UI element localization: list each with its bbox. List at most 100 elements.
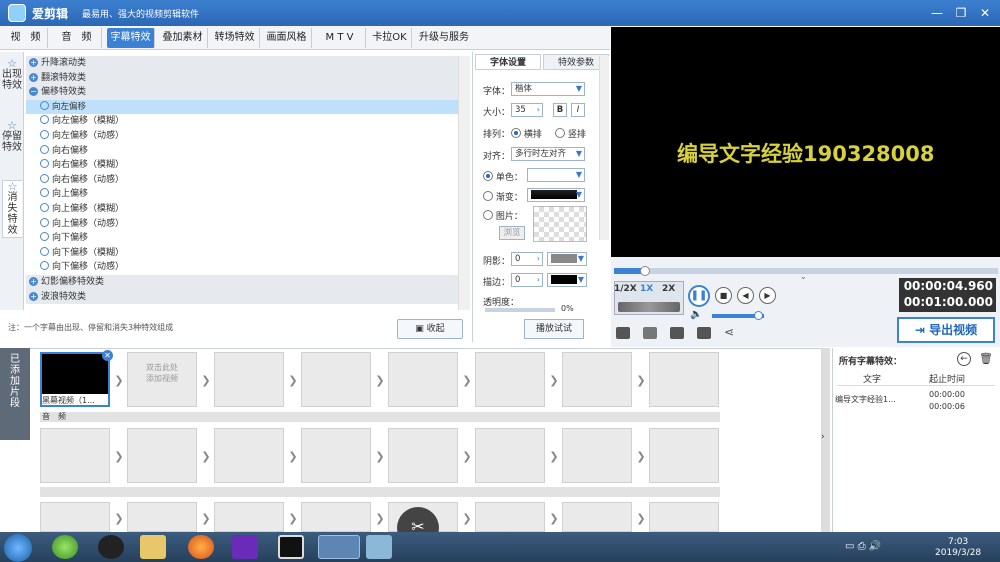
- tab-subtitle-effects[interactable]: 字幕特效: [107, 28, 155, 48]
- tree-item[interactable]: 向左偏移（模糊）: [26, 114, 458, 129]
- clip-slot[interactable]: [40, 428, 110, 483]
- clip-slot[interactable]: [127, 428, 197, 483]
- tab-overlay[interactable]: 叠加素材: [158, 28, 208, 48]
- opacity-slider[interactable]: [485, 308, 555, 312]
- stroke-color-picker[interactable]: ▼: [547, 273, 587, 287]
- shadow-input[interactable]: 0 ›: [511, 252, 543, 266]
- trash-icon[interactable]: 🗑: [979, 352, 993, 365]
- clip-slot[interactable]: [562, 502, 632, 532]
- qq-icon[interactable]: [98, 535, 124, 559]
- clip-slot[interactable]: [475, 502, 545, 532]
- play-test-button[interactable]: 播放试试: [524, 319, 584, 339]
- clip-slot[interactable]: [301, 428, 371, 483]
- image-radio[interactable]: 图片：: [483, 209, 523, 222]
- effect-row[interactable]: 编导文字经验1... 00:00:00 00:00:06: [835, 390, 995, 414]
- browser-360-icon[interactable]: [52, 535, 78, 559]
- tree-scrollbar[interactable]: [458, 56, 470, 310]
- back-icon[interactable]: ←: [957, 352, 971, 366]
- folder-icon[interactable]: [140, 535, 166, 559]
- firefox-icon[interactable]: [188, 535, 214, 559]
- browse-button[interactable]: 浏览: [499, 226, 525, 240]
- tab-transition[interactable]: 转场特效: [210, 28, 260, 48]
- maximize-icon[interactable]: ❐: [952, 4, 970, 22]
- chevron-right-icon[interactable]: ›: [821, 432, 825, 442]
- tree-category[interactable]: + 波浪特效类: [26, 289, 458, 305]
- start-button[interactable]: [4, 534, 32, 562]
- clip-slot[interactable]: [301, 352, 371, 407]
- clip-slot[interactable]: [214, 502, 284, 532]
- tree-category[interactable]: − 偏移特效类: [26, 85, 458, 100]
- pause-button[interactable]: ❚❚: [688, 285, 710, 307]
- tab-font-settings[interactable]: 字体设置: [475, 54, 541, 70]
- tree-item[interactable]: 向右偏移（动感）: [26, 173, 458, 188]
- clip-slot[interactable]: [649, 502, 719, 532]
- tree-item[interactable]: 向下偏移（模糊）: [26, 246, 458, 261]
- gradient-radio[interactable]: 渐变：: [483, 190, 523, 203]
- tree-category[interactable]: + 翻滚特效类: [26, 70, 458, 86]
- tree-item[interactable]: 向下偏移（动感）: [26, 260, 458, 275]
- app-icon[interactable]: [232, 535, 258, 559]
- gradient-picker[interactable]: ▼: [527, 188, 585, 202]
- align-select[interactable]: 多行时左对齐 ▼: [511, 147, 585, 161]
- prev-frame-button[interactable]: ◀: [737, 287, 754, 304]
- speed-1x[interactable]: 1X: [640, 284, 653, 294]
- side-cat-disappear[interactable]: ☆ 消失特效: [2, 180, 22, 238]
- tree-category[interactable]: + 幻影偏移特效类: [26, 274, 458, 290]
- clip-slot[interactable]: [649, 428, 719, 483]
- solid-color-picker[interactable]: ▼: [527, 168, 585, 182]
- clip-slot[interactable]: [214, 352, 284, 407]
- size-input[interactable]: 35 ›: [511, 103, 543, 117]
- speed-2x[interactable]: 2X: [662, 284, 675, 294]
- side-cat-stay[interactable]: ☆ 停留特效: [2, 120, 22, 176]
- progress-handle[interactable]: [639, 266, 650, 276]
- tree-item[interactable]: 向右偏移（模糊）: [26, 158, 458, 173]
- clock[interactable]: 7:03 2019/3/28: [935, 537, 981, 559]
- clip-slot[interactable]: [301, 502, 371, 532]
- tree-item[interactable]: 向左偏移: [26, 99, 458, 115]
- next-frame-button[interactable]: ▶: [759, 287, 776, 304]
- remove-clip-icon[interactable]: ✕: [102, 350, 113, 361]
- speed-slider[interactable]: [618, 302, 680, 312]
- clip-slot[interactable]: [562, 352, 632, 407]
- volume-icon[interactable]: 🔈: [690, 309, 702, 320]
- shadow-color-picker[interactable]: ▼: [547, 252, 587, 266]
- save-icon[interactable]: [670, 327, 684, 339]
- clip-slot[interactable]: [475, 352, 545, 407]
- tree-category[interactable]: + 升降滚动类: [26, 56, 458, 71]
- tree-item[interactable]: 向上偏移（动感）: [26, 217, 458, 232]
- added-clips-tab[interactable]: 已添加片段: [0, 348, 30, 440]
- tab-style[interactable]: 画面风格: [262, 28, 312, 48]
- tab-upgrade[interactable]: 升级与服务: [414, 28, 474, 48]
- close-icon[interactable]: ✕: [976, 4, 994, 22]
- tab-karaoke[interactable]: 卡拉OK: [368, 28, 412, 48]
- layout-vertical-radio[interactable]: 竖排: [555, 127, 586, 140]
- window-icon[interactable]: [366, 535, 392, 559]
- share-icon[interactable]: ⋖: [724, 325, 734, 339]
- minimize-icon[interactable]: —: [928, 4, 946, 22]
- help-icon[interactable]: [697, 327, 711, 339]
- clip-slot[interactable]: [649, 352, 719, 407]
- collapse-button[interactable]: ▣ 收起: [397, 319, 463, 339]
- stop-button[interactable]: ■: [715, 287, 732, 304]
- clip-slot[interactable]: [475, 428, 545, 483]
- italic-button[interactable]: I: [571, 103, 585, 117]
- tree-item[interactable]: 向上偏移: [26, 187, 458, 202]
- solid-color-radio[interactable]: 单色：: [483, 170, 523, 183]
- clip-slot[interactable]: [214, 428, 284, 483]
- tab-mtv[interactable]: M T V: [314, 28, 366, 48]
- tree-item[interactable]: 向右偏移: [26, 144, 458, 159]
- layout-horizontal-radio[interactable]: 横排: [511, 127, 542, 140]
- clip-slot[interactable]: [388, 352, 458, 407]
- font-select[interactable]: 楷体 ▼: [511, 82, 585, 96]
- new-project-icon[interactable]: [616, 327, 630, 339]
- export-video-button[interactable]: ⇥ 导出视频: [897, 317, 995, 343]
- stroke-input[interactable]: 0 ›: [511, 273, 543, 287]
- clip-slot[interactable]: [127, 502, 197, 532]
- progress-track[interactable]: [614, 268, 998, 274]
- open-folder-icon[interactable]: [643, 327, 657, 339]
- clip-slot[interactable]: [562, 428, 632, 483]
- tab-audio[interactable]: 音 频: [52, 28, 102, 48]
- speed-half[interactable]: 1/2X: [614, 284, 637, 294]
- panel-scrollbar[interactable]: [599, 56, 609, 240]
- record-icon[interactable]: [278, 535, 304, 559]
